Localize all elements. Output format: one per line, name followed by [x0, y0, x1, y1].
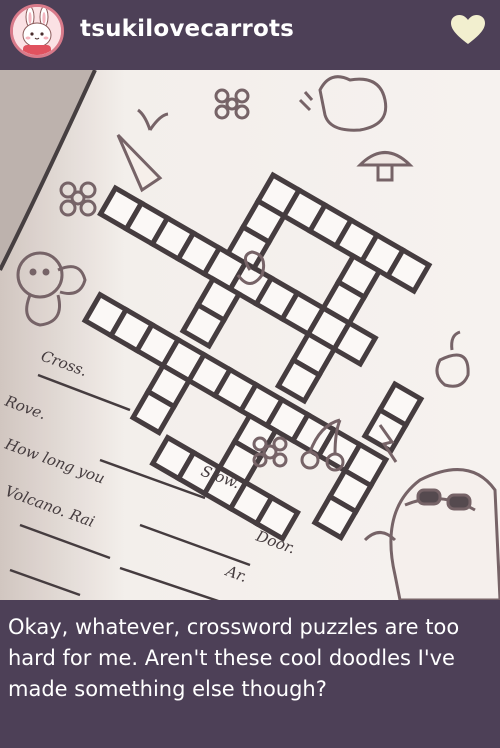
avatar[interactable]: [10, 4, 64, 58]
bunny-avatar-icon: [13, 7, 61, 55]
like-button[interactable]: [450, 14, 486, 46]
username[interactable]: tsukilovecarrots: [80, 16, 294, 42]
post-view: tsukilovecarrots Cross. Rove. Slow. How …: [0, 0, 500, 748]
crossword-doodle-image: Cross. Rove. Slow. How long you Volcano.…: [0, 70, 500, 600]
heart-icon: [451, 15, 485, 44]
post-photo: Cross. Rove. Slow. How long you Volcano.…: [0, 70, 500, 600]
post-caption: Okay, whatever, crossword puzzles are to…: [8, 615, 460, 701]
post-header: tsukilovecarrots: [0, 0, 500, 66]
